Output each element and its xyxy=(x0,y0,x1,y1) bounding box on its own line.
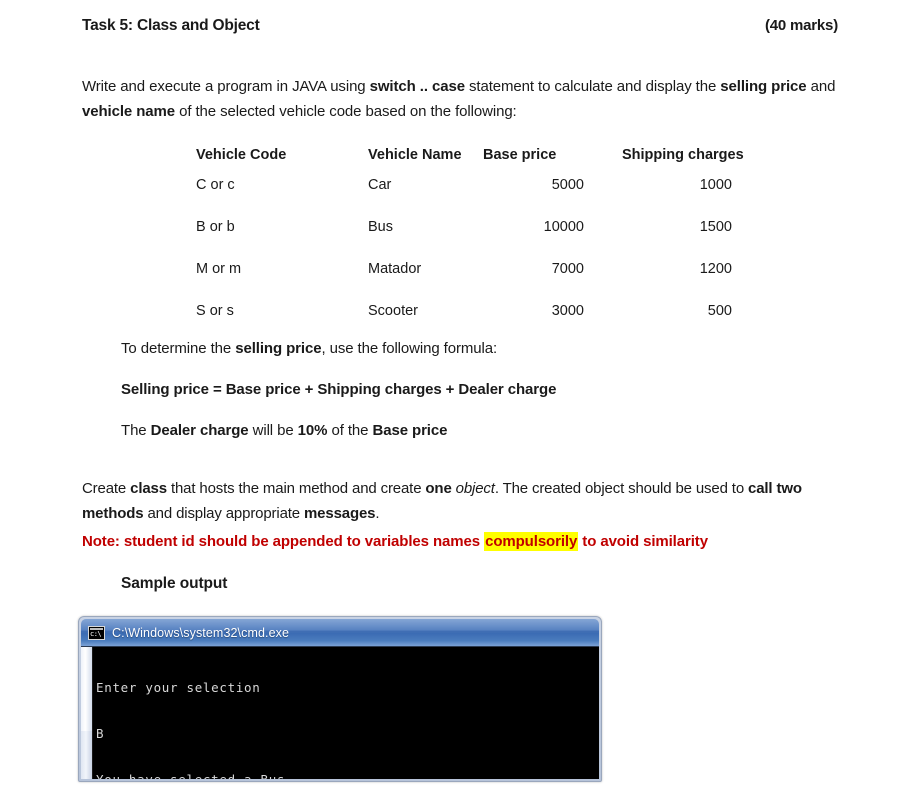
console-output: Enter your selection B You have selected… xyxy=(93,647,599,779)
create-bold-class: class xyxy=(130,480,167,497)
task-header: Task 5: Class and Object (40 marks) xyxy=(82,17,838,35)
intro-seg1: Write and execute a program in JAVA usin… xyxy=(82,78,370,95)
selling-price-formula: Selling price = Base price + Shipping ch… xyxy=(121,381,557,398)
note-highlight-compulsorily: compulsorily xyxy=(484,532,579,551)
console-line: Enter your selection xyxy=(96,680,261,696)
table-header-row: Vehicle Code Vehicle Name Base price Shi… xyxy=(196,147,766,177)
page-title: Task 5: Class and Object xyxy=(82,17,260,34)
console-window: C:\Windows\system32\cmd.exe Enter your s… xyxy=(78,616,602,782)
console-titlebar: C:\Windows\system32\cmd.exe xyxy=(81,619,599,646)
intro-bold-switch-case: switch .. case xyxy=(369,78,465,95)
intro-seg3: and xyxy=(806,78,836,95)
table-row: C or c Car 5000 1000 xyxy=(196,177,766,219)
dealer-charge-line: The Dealer charge will be 10% of the Bas… xyxy=(121,421,821,441)
dealer-seg3: of the xyxy=(327,422,373,439)
cell-vehicle-code: C or c xyxy=(196,177,235,193)
column-header-vehicle-name: Vehicle Name xyxy=(368,147,462,163)
create-seg4: . The created object should be used to xyxy=(494,480,749,497)
formula-seg1: To determine the xyxy=(121,340,236,357)
intro-paragraph: Write and execute a program in JAVA usin… xyxy=(82,74,842,124)
sample-output-label: Sample output xyxy=(121,575,228,592)
create-seg1: Create xyxy=(82,480,131,497)
table-head: Vehicle Code Vehicle Name Base price Shi… xyxy=(196,147,766,177)
console-scrollbar-thumb[interactable] xyxy=(81,647,92,732)
intro-bold-selling-price: selling price xyxy=(720,78,807,95)
intro-seg4: of the selected vehicle code based on th… xyxy=(175,103,517,120)
console-line: B xyxy=(96,726,105,742)
intro-bold-vehicle-name: vehicle name xyxy=(82,103,176,120)
create-seg5: and display appropriate xyxy=(143,505,304,522)
dealer-seg1: The xyxy=(121,422,151,439)
create-class-paragraph: Create class that hosts the main method … xyxy=(82,476,850,526)
create-seg6: . xyxy=(375,505,380,522)
cell-vehicle-code: M or m xyxy=(196,261,242,277)
table-row: B or b Bus 10000 1500 xyxy=(196,219,766,261)
console-title: C:\Windows\system32\cmd.exe xyxy=(112,625,290,640)
intro-seg2: statement to calculate and display the xyxy=(464,78,721,95)
create-bold-messages: messages xyxy=(304,505,376,522)
formula-intro-line: To determine the selling price, use the … xyxy=(121,339,821,359)
create-seg2: that hosts the main method and create xyxy=(166,480,426,497)
column-header-base-price: Base price xyxy=(482,147,557,163)
document-page: Task 5: Class and Object (40 marks) Writ… xyxy=(0,0,918,800)
cmd-icon xyxy=(88,625,105,640)
cell-vehicle-code: B or b xyxy=(196,219,235,235)
dealer-bold-charge: Dealer charge xyxy=(150,422,249,439)
formula-block: To determine the selling price, use the … xyxy=(121,339,821,441)
cell-vehicle-name: Matador xyxy=(368,261,422,277)
task-marks: (40 marks) xyxy=(764,17,838,34)
cell-shipping-charges: 1500 xyxy=(699,219,732,235)
console-line: You have selected a Bus xyxy=(96,772,599,779)
note-seg1: Note: student id should be appended to v… xyxy=(82,533,485,550)
note-line: Note: student id should be appended to v… xyxy=(82,532,872,551)
console-scrollbar[interactable] xyxy=(81,647,93,779)
cell-shipping-charges: 1000 xyxy=(699,177,732,193)
dealer-bold-percent: 10% xyxy=(297,422,328,439)
cell-shipping-charges: 1200 xyxy=(699,261,732,277)
create-bold-one: one xyxy=(425,480,452,497)
column-header-shipping-charges: Shipping charges xyxy=(622,147,744,163)
cell-vehicle-name: Car xyxy=(368,177,392,193)
cell-base-price: 7000 xyxy=(551,261,584,277)
cell-base-price: 5000 xyxy=(551,177,584,193)
vehicle-table: Vehicle Code Vehicle Name Base price Shi… xyxy=(196,147,766,345)
formula-bold-selling-price: selling price xyxy=(235,340,322,357)
cell-base-price: 10000 xyxy=(543,219,584,235)
note-seg2: to avoid similarity xyxy=(578,533,708,550)
dealer-seg2: will be xyxy=(248,422,298,439)
console-body: Enter your selection B You have selected… xyxy=(81,646,599,779)
table-body: C or c Car 5000 1000 B or b Bus 10000 15… xyxy=(196,177,766,345)
create-italic-object: object xyxy=(455,480,495,497)
cell-vehicle-name: Bus xyxy=(368,219,394,235)
table-row: M or m Matador 7000 1200 xyxy=(196,261,766,303)
column-header-vehicle-code: Vehicle Code xyxy=(196,147,287,163)
dealer-bold-base-price: Base price xyxy=(372,422,448,439)
formula-seg2: , use the following formula: xyxy=(321,340,498,357)
